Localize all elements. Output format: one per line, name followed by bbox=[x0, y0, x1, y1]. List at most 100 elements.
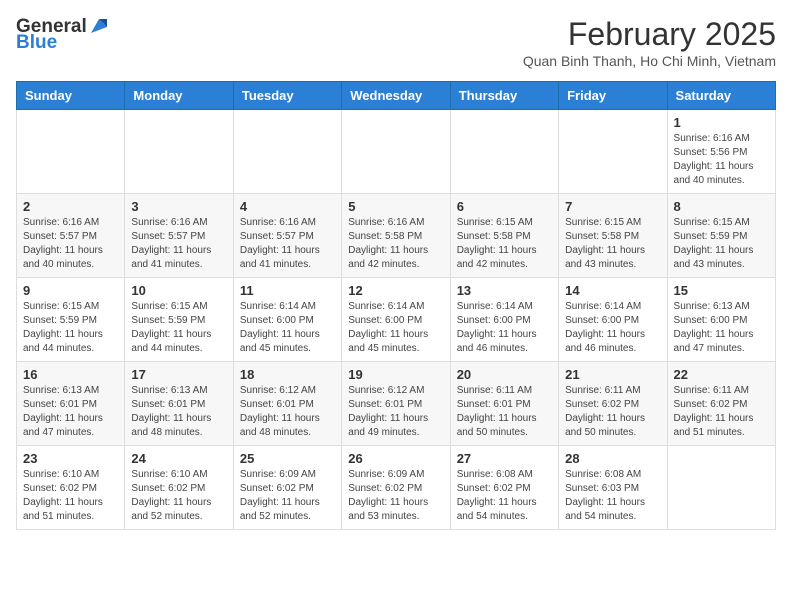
day-info: Sunrise: 6:16 AM Sunset: 5:57 PM Dayligh… bbox=[23, 216, 118, 272]
calendar-cell: 22 Sunrise: 6:11 AM Sunset: 6:02 PM Dayli… bbox=[667, 362, 775, 446]
calendar-cell bbox=[342, 110, 450, 194]
day-number: 12 bbox=[348, 283, 443, 298]
day-number: 15 bbox=[674, 283, 769, 298]
calendar-cell: 2 Sunrise: 6:16 AM Sunset: 5:57 PM Daylig… bbox=[17, 194, 125, 278]
day-info: Sunrise: 6:11 AM Sunset: 6:02 PM Dayligh… bbox=[565, 384, 660, 440]
day-number: 3 bbox=[131, 199, 226, 214]
calendar-cell: 7 Sunrise: 6:15 AM Sunset: 5:58 PM Daylig… bbox=[559, 194, 667, 278]
calendar-cell bbox=[233, 110, 341, 194]
calendar-cell: 19 Sunrise: 6:12 AM Sunset: 6:01 PM Dayli… bbox=[342, 362, 450, 446]
calendar-cell: 16 Sunrise: 6:13 AM Sunset: 6:01 PM Dayli… bbox=[17, 362, 125, 446]
day-info: Sunrise: 6:15 AM Sunset: 5:58 PM Dayligh… bbox=[565, 216, 660, 272]
day-number: 2 bbox=[23, 199, 118, 214]
day-info: Sunrise: 6:10 AM Sunset: 6:02 PM Dayligh… bbox=[23, 468, 118, 524]
day-number: 9 bbox=[23, 283, 118, 298]
calendar-week-row: 16 Sunrise: 6:13 AM Sunset: 6:01 PM Dayli… bbox=[17, 362, 776, 446]
calendar-week-row: 23 Sunrise: 6:10 AM Sunset: 6:02 PM Dayli… bbox=[17, 446, 776, 530]
calendar-cell: 8 Sunrise: 6:15 AM Sunset: 5:59 PM Daylig… bbox=[667, 194, 775, 278]
day-number: 18 bbox=[240, 367, 335, 382]
day-info: Sunrise: 6:10 AM Sunset: 6:02 PM Dayligh… bbox=[131, 468, 226, 524]
title-block: February 2025 Quan Binh Thanh, Ho Chi Mi… bbox=[523, 16, 776, 69]
day-number: 10 bbox=[131, 283, 226, 298]
calendar-cell: 5 Sunrise: 6:16 AM Sunset: 5:58 PM Daylig… bbox=[342, 194, 450, 278]
calendar-cell: 28Sunrise: 6:08 AM Sunset: 6:03 PM Dayli… bbox=[559, 446, 667, 530]
day-info: Sunrise: 6:15 AM Sunset: 5:58 PM Dayligh… bbox=[457, 216, 552, 272]
calendar-cell bbox=[667, 446, 775, 530]
calendar-cell: 10 Sunrise: 6:15 AM Sunset: 5:59 PM Dayli… bbox=[125, 278, 233, 362]
calendar-cell: 24 Sunrise: 6:10 AM Sunset: 6:02 PM Dayli… bbox=[125, 446, 233, 530]
calendar-cell: 26 Sunrise: 6:09 AM Sunset: 6:02 PM Dayli… bbox=[342, 446, 450, 530]
col-header-sunday: Sunday bbox=[17, 82, 125, 110]
day-info: Sunrise: 6:11 AM Sunset: 6:01 PM Dayligh… bbox=[457, 384, 552, 440]
day-info: Sunrise: 6:09 AM Sunset: 6:02 PM Dayligh… bbox=[348, 468, 443, 524]
calendar-cell: 18 Sunrise: 6:12 AM Sunset: 6:01 PM Dayli… bbox=[233, 362, 341, 446]
calendar-cell bbox=[559, 110, 667, 194]
day-number: 17 bbox=[131, 367, 226, 382]
day-info: Sunrise: 6:15 AM Sunset: 5:59 PM Dayligh… bbox=[674, 216, 769, 272]
calendar-cell: 13 Sunrise: 6:14 AM Sunset: 6:00 PM Dayli… bbox=[450, 278, 558, 362]
day-number: 21 bbox=[565, 367, 660, 382]
day-number: 7 bbox=[565, 199, 660, 214]
day-number: 23 bbox=[23, 451, 118, 466]
calendar-cell: 9 Sunrise: 6:15 AM Sunset: 5:59 PM Daylig… bbox=[17, 278, 125, 362]
day-info: Sunrise: 6:12 AM Sunset: 6:01 PM Dayligh… bbox=[240, 384, 335, 440]
calendar-cell: 12 Sunrise: 6:14 AM Sunset: 6:00 PM Dayli… bbox=[342, 278, 450, 362]
day-info: Sunrise: 6:08 AM Sunset: 6:02 PM Dayligh… bbox=[457, 468, 552, 524]
day-info: Sunrise: 6:15 AM Sunset: 5:59 PM Dayligh… bbox=[131, 300, 226, 356]
day-number: 6 bbox=[457, 199, 552, 214]
day-number: 16 bbox=[23, 367, 118, 382]
day-info: Sunrise: 6:14 AM Sunset: 6:00 PM Dayligh… bbox=[457, 300, 552, 356]
logo-blue-text: Blue bbox=[16, 32, 57, 54]
day-info: Sunrise: 6:08 AM Sunset: 6:03 PM Dayligh… bbox=[565, 468, 660, 524]
day-info: Sunrise: 6:09 AM Sunset: 6:02 PM Dayligh… bbox=[240, 468, 335, 524]
calendar-cell: 25 Sunrise: 6:09 AM Sunset: 6:02 PM Dayli… bbox=[233, 446, 341, 530]
day-info: Sunrise: 6:16 AM Sunset: 5:58 PM Dayligh… bbox=[348, 216, 443, 272]
day-number: 8 bbox=[674, 199, 769, 214]
calendar-cell: 17 Sunrise: 6:13 AM Sunset: 6:01 PM Dayli… bbox=[125, 362, 233, 446]
day-info: Sunrise: 6:14 AM Sunset: 6:00 PM Dayligh… bbox=[348, 300, 443, 356]
logo-icon bbox=[89, 17, 107, 35]
day-info: Sunrise: 6:13 AM Sunset: 6:01 PM Dayligh… bbox=[131, 384, 226, 440]
month-year-title: February 2025 bbox=[523, 16, 776, 53]
calendar-cell: 23 Sunrise: 6:10 AM Sunset: 6:02 PM Dayli… bbox=[17, 446, 125, 530]
day-number: 26 bbox=[348, 451, 443, 466]
calendar-header-row: SundayMondayTuesdayWednesdayThursdayFrid… bbox=[17, 82, 776, 110]
calendar-cell: 21 Sunrise: 6:11 AM Sunset: 6:02 PM Dayli… bbox=[559, 362, 667, 446]
calendar-cell bbox=[450, 110, 558, 194]
calendar-cell: 27 Sunrise: 6:08 AM Sunset: 6:02 PM Dayli… bbox=[450, 446, 558, 530]
day-number: 22 bbox=[674, 367, 769, 382]
calendar-cell: 15Sunrise: 6:13 AM Sunset: 6:00 PM Dayli… bbox=[667, 278, 775, 362]
calendar-week-row: 9 Sunrise: 6:15 AM Sunset: 5:59 PM Daylig… bbox=[17, 278, 776, 362]
col-header-tuesday: Tuesday bbox=[233, 82, 341, 110]
day-info: Sunrise: 6:12 AM Sunset: 6:01 PM Dayligh… bbox=[348, 384, 443, 440]
day-info: Sunrise: 6:16 AM Sunset: 5:57 PM Dayligh… bbox=[240, 216, 335, 272]
day-number: 27 bbox=[457, 451, 552, 466]
day-info: Sunrise: 6:16 AM Sunset: 5:57 PM Dayligh… bbox=[131, 216, 226, 272]
day-number: 1 bbox=[674, 115, 769, 130]
page-header: General Blue February 2025 Quan Binh Tha… bbox=[16, 16, 776, 69]
day-number: 25 bbox=[240, 451, 335, 466]
calendar-table: SundayMondayTuesdayWednesdayThursdayFrid… bbox=[16, 81, 776, 530]
day-number: 19 bbox=[348, 367, 443, 382]
day-number: 14 bbox=[565, 283, 660, 298]
calendar-cell: 4 Sunrise: 6:16 AM Sunset: 5:57 PM Daylig… bbox=[233, 194, 341, 278]
day-info: Sunrise: 6:15 AM Sunset: 5:59 PM Dayligh… bbox=[23, 300, 118, 356]
calendar-week-row: 2 Sunrise: 6:16 AM Sunset: 5:57 PM Daylig… bbox=[17, 194, 776, 278]
day-info: Sunrise: 6:11 AM Sunset: 6:02 PM Dayligh… bbox=[674, 384, 769, 440]
calendar-cell bbox=[17, 110, 125, 194]
day-info: Sunrise: 6:14 AM Sunset: 6:00 PM Dayligh… bbox=[240, 300, 335, 356]
day-number: 13 bbox=[457, 283, 552, 298]
col-header-friday: Friday bbox=[559, 82, 667, 110]
col-header-saturday: Saturday bbox=[667, 82, 775, 110]
day-number: 20 bbox=[457, 367, 552, 382]
calendar-cell: 1Sunrise: 6:16 AM Sunset: 5:56 PM Daylig… bbox=[667, 110, 775, 194]
calendar-cell bbox=[125, 110, 233, 194]
day-info: Sunrise: 6:13 AM Sunset: 6:01 PM Dayligh… bbox=[23, 384, 118, 440]
logo: General Blue bbox=[16, 16, 107, 54]
col-header-monday: Monday bbox=[125, 82, 233, 110]
day-number: 24 bbox=[131, 451, 226, 466]
day-number: 5 bbox=[348, 199, 443, 214]
calendar-cell: 14Sunrise: 6:14 AM Sunset: 6:00 PM Dayli… bbox=[559, 278, 667, 362]
location-subtitle: Quan Binh Thanh, Ho Chi Minh, Vietnam bbox=[523, 53, 776, 69]
day-number: 4 bbox=[240, 199, 335, 214]
